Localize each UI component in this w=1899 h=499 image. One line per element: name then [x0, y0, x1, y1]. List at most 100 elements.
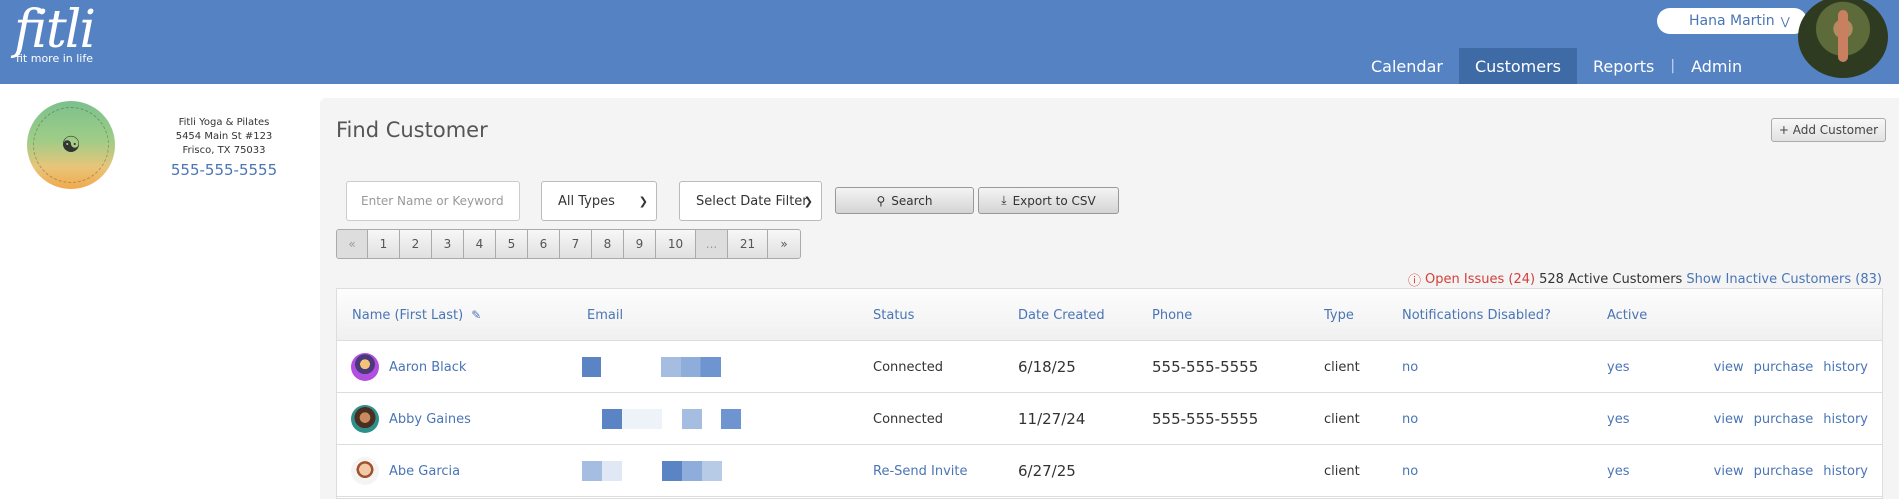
open-issues-link[interactable]: Open Issues (24) — [1425, 272, 1535, 287]
col-date-header[interactable]: Date Created — [1018, 289, 1105, 341]
table-row[interactable]: Abe Garcia Re-Send Invite 6/27/25 client… — [337, 445, 1882, 497]
logo-tagline: fit more in life — [16, 52, 94, 65]
export-button-label: Export to CSV — [1012, 193, 1096, 208]
col-notifications-header[interactable]: Notifications Disabled? — [1402, 289, 1551, 341]
page-title: Find Customer — [336, 118, 488, 142]
user-avatar[interactable] — [1798, 0, 1888, 78]
page-button[interactable]: 6 — [528, 230, 560, 258]
col-status-header[interactable]: Status — [873, 289, 914, 341]
search-icon: ⚲ — [876, 193, 886, 208]
main-nav: Calendar Customers Reports | Admin — [1355, 48, 1758, 84]
nav-calendar[interactable]: Calendar — [1355, 48, 1459, 84]
col-type-header[interactable]: Type — [1324, 289, 1354, 341]
page-button[interactable]: 21 — [728, 230, 768, 258]
page-ellipsis: ... — [696, 230, 728, 258]
date-created: 6/27/25 — [1018, 462, 1076, 480]
avatar — [351, 353, 379, 381]
date-filter-value: Select Date Filter — [696, 193, 808, 209]
alert-circle-icon: ⓘ — [1408, 274, 1422, 289]
chevron-down-icon: ❯ — [638, 194, 648, 208]
active-link[interactable]: yes — [1607, 445, 1629, 497]
page-button[interactable]: 2 — [400, 230, 432, 258]
view-link[interactable]: view — [1714, 412, 1744, 427]
row-actions: view purchase history — [1714, 445, 1868, 497]
phone: 555-555-5555 — [1152, 358, 1259, 376]
customer-name-link[interactable]: Aaron Black — [389, 341, 466, 393]
row-actions: view purchase history — [1714, 341, 1868, 393]
customer-name-link[interactable]: Abby Gaines — [389, 393, 471, 445]
notifications-link[interactable]: no — [1402, 393, 1418, 445]
show-inactive-link[interactable]: Show Inactive Customers (83) — [1686, 272, 1882, 287]
email-redacted — [582, 461, 722, 481]
export-csv-button[interactable]: ⤓ Export to CSV — [978, 187, 1119, 214]
notifications-link[interactable]: no — [1402, 445, 1418, 497]
page-button[interactable]: 8 — [592, 230, 624, 258]
download-icon: ⤓ — [1001, 193, 1007, 207]
table-row[interactable]: Aaron Black Connected 6/18/25 555-555-55… — [337, 341, 1882, 393]
logo-text: fitli — [14, 0, 96, 60]
page-button[interactable]: 1 — [368, 230, 400, 258]
view-link[interactable]: view — [1714, 360, 1744, 375]
view-link[interactable]: view — [1714, 464, 1744, 479]
date-created: 11/27/24 — [1018, 410, 1086, 428]
active-count: 528 Active Customers — [1539, 272, 1683, 287]
table-row[interactable]: Abby Gaines Connected 11/27/24 555-555-5… — [337, 393, 1882, 445]
phone: 555-555-5555 — [1152, 410, 1259, 428]
customer-type: client — [1324, 359, 1360, 375]
pencil-icon[interactable]: ✎ — [471, 308, 481, 322]
nav-admin[interactable]: Admin — [1675, 48, 1758, 84]
avatar — [351, 405, 379, 433]
page-button[interactable]: 4 — [464, 230, 496, 258]
customer-type: client — [1324, 463, 1360, 479]
col-phone-header[interactable]: Phone — [1152, 289, 1192, 341]
date-filter-select[interactable]: Select Date Filter ❯ — [679, 181, 822, 221]
history-link[interactable]: history — [1823, 412, 1868, 427]
col-name-label: Name (First Last) — [352, 307, 464, 323]
col-email-header[interactable]: Email — [587, 289, 623, 341]
active-link[interactable]: yes — [1607, 393, 1629, 445]
purchase-link[interactable]: purchase — [1754, 360, 1814, 375]
purchase-link[interactable]: purchase — [1754, 412, 1814, 427]
chevron-down-icon: ❯ — [803, 194, 813, 208]
notifications-link[interactable]: no — [1402, 341, 1418, 393]
col-name-header[interactable]: Name (First Last) ✎ — [352, 289, 481, 341]
avatar — [351, 457, 379, 485]
search-input[interactable]: Enter Name or Keyword — [346, 181, 520, 221]
email-redacted — [582, 357, 721, 377]
row-actions: view purchase history — [1714, 393, 1868, 445]
user-menu[interactable]: Hana Martin ⋁ — [1657, 8, 1807, 34]
table-header: Name (First Last) ✎ Email Status Date Cr… — [337, 289, 1882, 341]
type-select-value: All Types — [558, 193, 615, 209]
customers-table: Name (First Last) ✎ Email Status Date Cr… — [336, 288, 1883, 499]
top-header: fitli fit more in life Hana Martin ⋁ Cal… — [0, 0, 1899, 84]
page-next[interactable]: » — [768, 230, 800, 258]
pagination: « 1 2 3 4 5 6 7 8 9 10 ... 21 » — [336, 229, 801, 259]
page-button[interactable]: 5 — [496, 230, 528, 258]
active-link[interactable]: yes — [1607, 341, 1629, 393]
history-link[interactable]: history — [1823, 464, 1868, 479]
customer-type: client — [1324, 411, 1360, 427]
page-button[interactable]: 7 — [560, 230, 592, 258]
nav-reports[interactable]: Reports — [1577, 48, 1670, 84]
purchase-link[interactable]: purchase — [1754, 464, 1814, 479]
studio-address2: Frisco, TX 75033 — [182, 145, 266, 156]
history-link[interactable]: history — [1823, 360, 1868, 375]
col-active-header[interactable]: Active — [1607, 289, 1647, 341]
page-button[interactable]: 10 — [656, 230, 696, 258]
status-text: Connected — [873, 411, 944, 427]
studio-phone[interactable]: 555-555-5555 — [148, 160, 300, 180]
customer-summary: ⓘ Open Issues (24) 528 Active Customers … — [1408, 270, 1882, 289]
resend-invite-link[interactable]: Re-Send Invite — [873, 445, 968, 497]
chevron-double-down-icon: ⋁ — [1780, 14, 1790, 28]
fitli-logo[interactable]: fitli fit more in life — [14, 0, 96, 65]
search-button[interactable]: ⚲ Search — [835, 187, 974, 214]
customer-name-link[interactable]: Abe Garcia — [389, 445, 460, 497]
studio-info: Fitli Yoga & Pilates 5454 Main St #123 F… — [148, 116, 300, 180]
type-select[interactable]: All Types ❯ — [541, 181, 657, 221]
page-button[interactable]: 9 — [624, 230, 656, 258]
user-name: Hana Martin — [1689, 13, 1775, 29]
page-button[interactable]: 3 — [432, 230, 464, 258]
add-customer-button[interactable]: + Add Customer — [1771, 118, 1886, 142]
page-prev[interactable]: « — [337, 230, 368, 258]
nav-customers[interactable]: Customers — [1458, 48, 1578, 84]
